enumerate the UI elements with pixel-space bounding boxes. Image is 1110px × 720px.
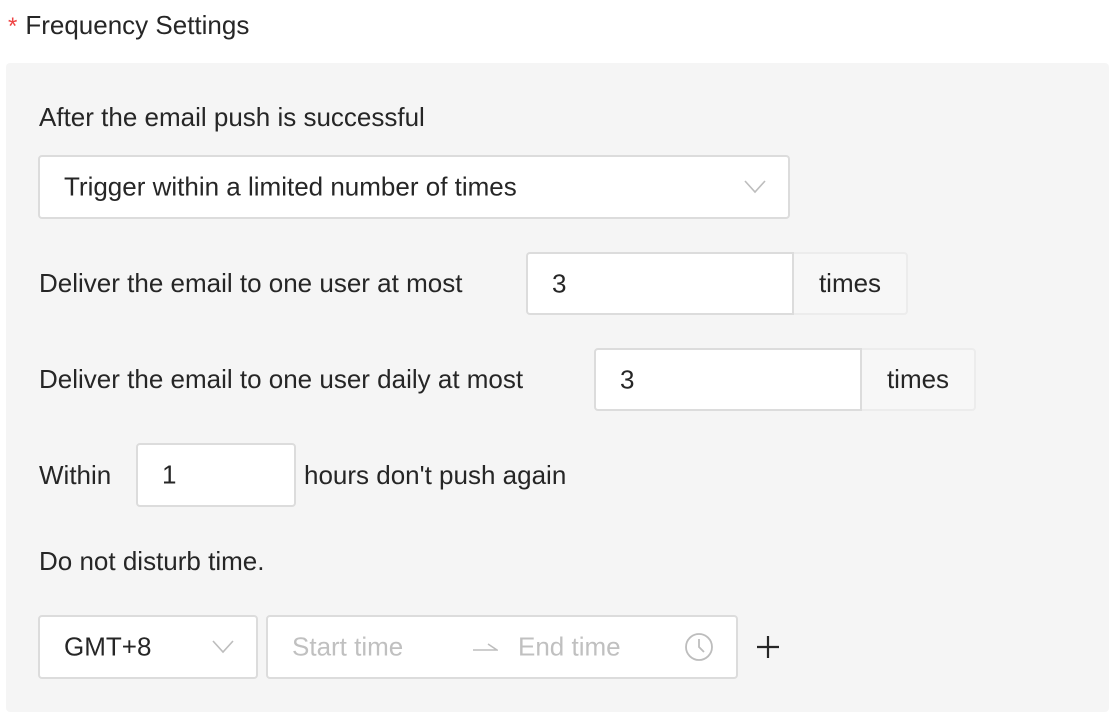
dnd-label: Do not disturb time. xyxy=(39,546,265,576)
required-mark: * xyxy=(8,13,18,40)
max-total-label: Deliver the email to one user at most xyxy=(39,268,463,298)
trigger-mode-value: Trigger within a limited number of times xyxy=(64,171,517,202)
start-time-input[interactable]: Start time xyxy=(292,632,403,663)
chevron-down-icon xyxy=(744,180,766,194)
max-daily-value: 3 xyxy=(620,364,635,394)
add-dnd-time-button[interactable] xyxy=(752,627,784,667)
trigger-mode-select[interactable]: Trigger within a limited number of times xyxy=(38,155,790,219)
cooldown-hours-value: 1 xyxy=(162,459,177,490)
max-daily-unit: times xyxy=(862,348,976,411)
max-total-input[interactable]: 3 xyxy=(526,252,794,315)
plus-icon xyxy=(757,636,779,658)
max-total-unit: times xyxy=(794,252,908,315)
cooldown-hours-input[interactable]: 1 xyxy=(136,443,296,507)
section-title: * Frequency Settings xyxy=(8,8,249,44)
max-total-value: 3 xyxy=(552,268,567,298)
arrow-right-icon xyxy=(473,643,498,651)
timezone-value: GMT+8 xyxy=(64,631,152,662)
chevron-down-icon xyxy=(212,640,234,654)
max-daily-input[interactable]: 3 xyxy=(594,348,862,411)
section-title-text: Frequency Settings xyxy=(25,10,250,40)
timezone-select[interactable]: GMT+8 xyxy=(38,615,258,679)
clock-icon xyxy=(685,633,713,661)
cooldown-suffix: hours don't push again xyxy=(304,460,567,490)
cooldown-prefix: Within xyxy=(39,460,112,490)
dnd-time-range-picker[interactable]: Start time End time xyxy=(266,615,738,679)
end-time-input[interactable]: End time xyxy=(518,632,621,663)
after-push-label: After the email push is successful xyxy=(39,102,425,132)
max-daily-label: Deliver the email to one user daily at m… xyxy=(39,364,524,394)
